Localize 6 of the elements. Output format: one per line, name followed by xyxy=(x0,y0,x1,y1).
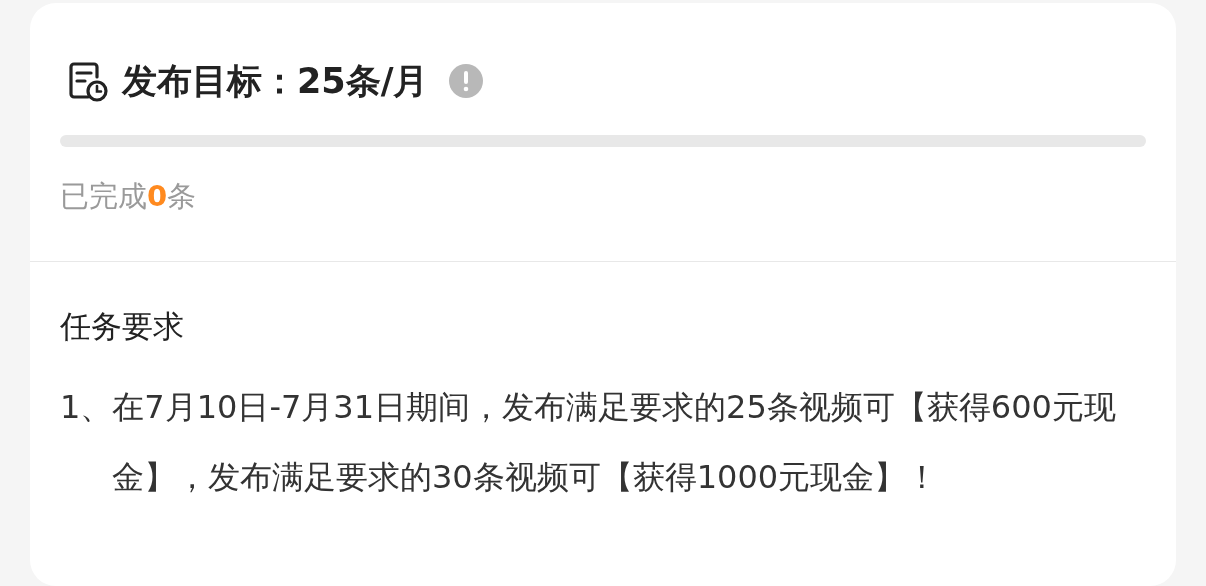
completed-count: 已完成0条 xyxy=(60,178,198,215)
document-clock-icon xyxy=(66,59,110,103)
requirement-text: 1、在7月10日-7月31日期间，发布满足要求的25条视频可【获得600元现金】，发布满足要求的30条视频可【获得1000元现金】！ xyxy=(60,387,1117,498)
section-heading: 任务要求 xyxy=(60,307,185,346)
goal-title: 发布目标：25条/月 xyxy=(122,59,429,103)
info-icon[interactable] xyxy=(448,64,483,98)
